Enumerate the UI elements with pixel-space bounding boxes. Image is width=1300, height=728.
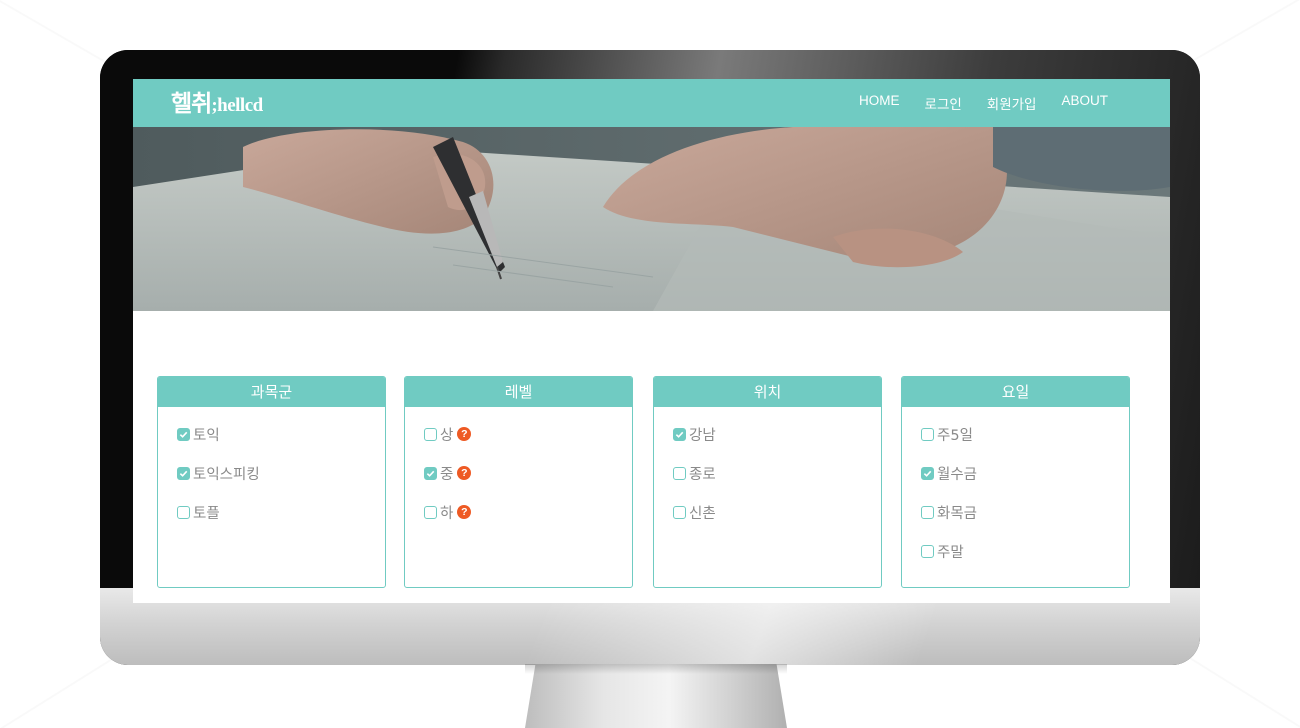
logo[interactable]: 헬취;hellcd xyxy=(171,84,263,118)
checkbox-unchecked[interactable] xyxy=(673,505,686,519)
card-title: 과목군 xyxy=(158,377,385,407)
filter-card-subject: 과목군 토익 토익스피킹 토플 xyxy=(157,376,386,588)
nav-login[interactable]: 로그인 xyxy=(925,93,962,113)
hero-image xyxy=(133,127,1170,311)
filter-card-location: 위치 강남 종로 신촌 xyxy=(653,376,882,588)
option-label: 토플 xyxy=(193,505,220,522)
nav-signup[interactable]: 회원가입 xyxy=(987,93,1037,113)
option-tue-thu-fri[interactable]: 화목금 xyxy=(921,502,1129,522)
option-gangnam[interactable]: 강남 xyxy=(673,424,881,444)
check-icon xyxy=(179,470,188,477)
checkbox-unchecked[interactable] xyxy=(424,427,437,441)
option-label: 월수금 xyxy=(937,466,978,483)
option-label: 중 xyxy=(440,466,454,483)
option-label: 신촌 xyxy=(689,505,716,522)
card-title: 레벨 xyxy=(405,377,632,407)
option-label: 종로 xyxy=(689,466,716,483)
checkbox-unchecked[interactable] xyxy=(424,505,437,519)
question-circle-icon[interactable]: ? xyxy=(457,427,472,441)
logo-english: ;hellcd xyxy=(211,95,263,116)
option-sinchon[interactable]: 신촌 xyxy=(673,502,881,522)
card-title: 위치 xyxy=(654,377,881,407)
option-label: 강남 xyxy=(689,427,716,444)
check-icon xyxy=(675,431,684,438)
card-title: 요일 xyxy=(902,377,1129,407)
option-label: 토익스피킹 xyxy=(193,466,260,483)
checkbox-checked[interactable] xyxy=(177,427,190,441)
checkbox-checked[interactable] xyxy=(921,466,934,480)
option-label: 주5일 xyxy=(937,427,973,444)
checkbox-checked[interactable] xyxy=(673,427,686,441)
option-level-low[interactable]: 하 ? xyxy=(424,502,632,522)
option-level-mid[interactable]: 중 ? xyxy=(424,463,632,483)
filter-card-days: 요일 주5일 월수금 화목금 주말 xyxy=(901,376,1130,588)
filter-card-level: 레벨 상 ? 중 ? 하 ? xyxy=(404,376,633,588)
option-toefl[interactable]: 토플 xyxy=(177,502,385,522)
nav-menu: HOME 로그인 회원가입 ABOUT xyxy=(859,93,1108,113)
check-icon xyxy=(426,470,435,477)
option-weekend[interactable]: 주말 xyxy=(921,541,1129,561)
check-icon xyxy=(179,431,188,438)
navbar: 헬취;hellcd HOME 로그인 회원가입 ABOUT xyxy=(133,79,1170,127)
checkbox-checked[interactable] xyxy=(177,466,190,480)
screen: 헬취;hellcd HOME 로그인 회원가입 ABOUT 과목군 토익 토익스… xyxy=(133,79,1170,603)
option-toeic[interactable]: 토익 xyxy=(177,424,385,444)
hero-illustration xyxy=(133,127,1170,311)
nav-home[interactable]: HOME xyxy=(859,93,900,113)
filter-panel: 과목군 토익 토익스피킹 토플 레벨 상 ? 중 ? 하 ? 위치 강남 종로 … xyxy=(157,376,1131,588)
logo-korean: 헬취 xyxy=(171,91,212,117)
checkbox-unchecked[interactable] xyxy=(921,544,934,558)
option-jongno[interactable]: 종로 xyxy=(673,463,881,483)
checkbox-unchecked[interactable] xyxy=(921,505,934,519)
check-icon xyxy=(923,470,932,477)
option-label: 하 xyxy=(440,505,454,522)
option-label: 화목금 xyxy=(937,505,978,522)
option-label: 상 xyxy=(440,427,454,444)
nav-about[interactable]: ABOUT xyxy=(1061,93,1108,113)
question-circle-icon[interactable]: ? xyxy=(457,466,472,480)
checkbox-checked[interactable] xyxy=(424,466,437,480)
monitor-stand-shadow xyxy=(525,664,787,674)
checkbox-unchecked[interactable] xyxy=(921,427,934,441)
option-mon-wed-fri[interactable]: 월수금 xyxy=(921,463,1129,483)
mockup-scene: 헬취;hellcd HOME 로그인 회원가입 ABOUT 과목군 토익 토익스… xyxy=(0,0,1300,728)
option-toeic-speaking[interactable]: 토익스피킹 xyxy=(177,463,385,483)
option-label: 주말 xyxy=(937,544,964,561)
checkbox-unchecked[interactable] xyxy=(177,505,190,519)
checkbox-unchecked[interactable] xyxy=(673,466,686,480)
option-label: 토익 xyxy=(193,427,220,444)
option-level-high[interactable]: 상 ? xyxy=(424,424,632,444)
option-weekdays[interactable]: 주5일 xyxy=(921,424,1129,444)
question-circle-icon[interactable]: ? xyxy=(457,505,472,519)
